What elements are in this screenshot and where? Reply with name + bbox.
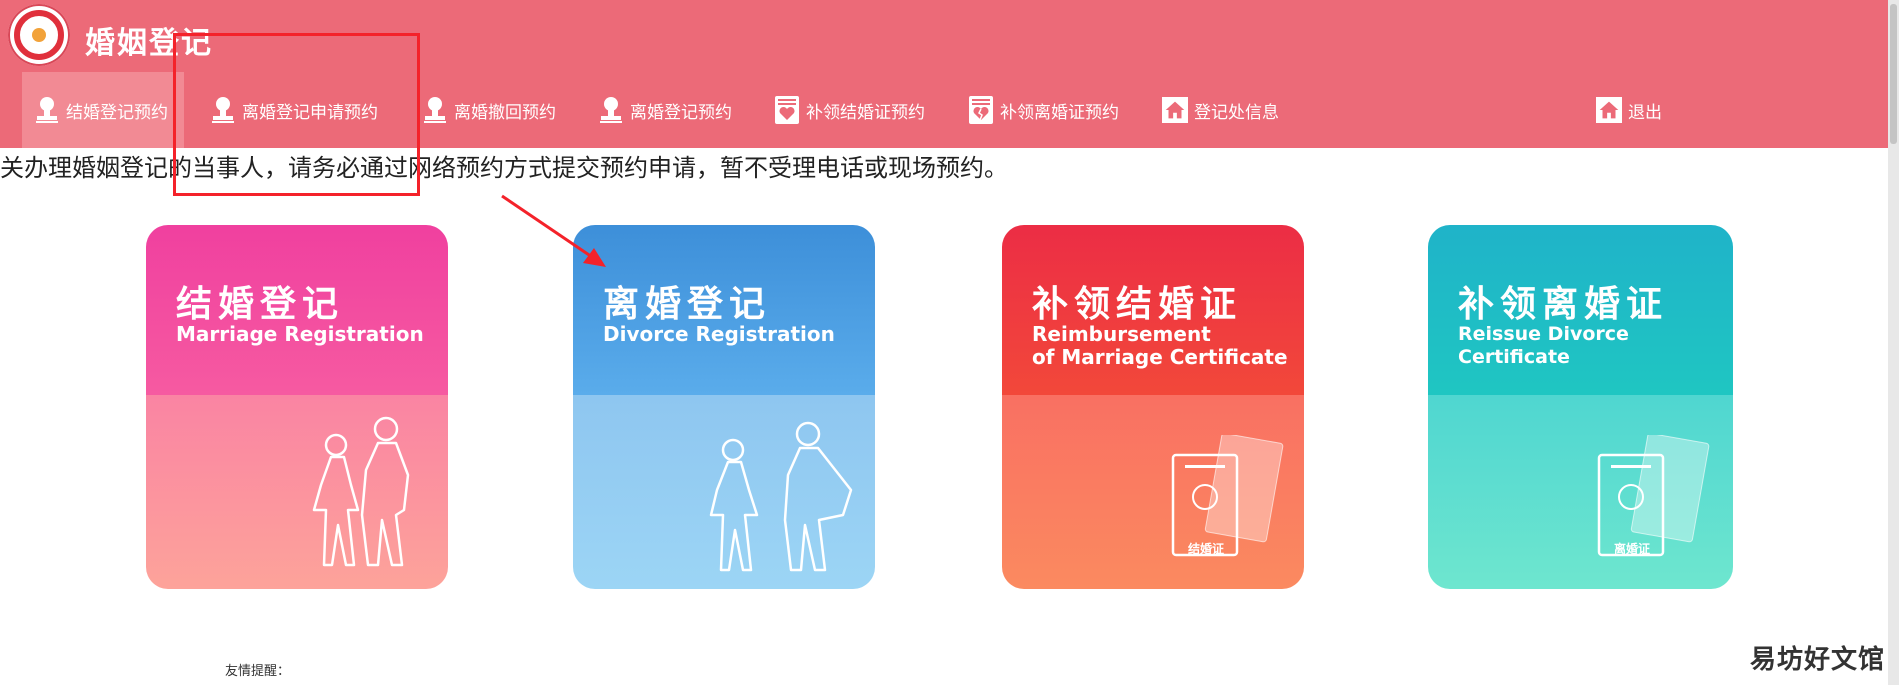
annotation-highlight-box	[173, 33, 420, 196]
card-title-en: Divorce Registration	[603, 322, 835, 346]
nav-item-reissue-marriage-cert[interactable]: 补领结婚证预约	[774, 72, 925, 148]
card-reissue-marriage-certificate[interactable]: 补领结婚证 Reimbursement of Marriage Certific…	[1002, 225, 1304, 589]
couple-icon	[312, 416, 410, 567]
nav-label: 结婚登记预约	[66, 102, 168, 123]
scrollbar-thumb[interactable]	[1890, 4, 1897, 144]
nav-item-reissue-divorce-cert[interactable]: 补领离婚证预约	[968, 72, 1119, 148]
watermark-text: 易坊好文馆	[1750, 645, 1886, 675]
certificate-label: 结婚证	[1188, 542, 1225, 556]
nav-label: 补领离婚证预约	[1000, 102, 1119, 123]
card-title-en: Marriage Registration	[176, 322, 424, 346]
card-title-en-line1: Reimbursement	[1032, 322, 1211, 346]
certificate-heart-icon	[774, 96, 800, 124]
stamp-icon	[422, 96, 448, 124]
nav-item-office-info[interactable]: 登记处信息	[1162, 72, 1279, 148]
vertical-scrollbar[interactable]	[1888, 0, 1899, 685]
nav-item-marriage-appointment[interactable]: 结婚登记预约	[22, 72, 184, 148]
certificate-icon	[1597, 435, 1710, 557]
notice-text: 关办理婚姻登记的当事人，请务必通过网络预约方式提交预约申请，暂不受理电话或现场预…	[0, 154, 1008, 182]
card-divorce-registration[interactable]: 离婚登记 Divorce Registration	[573, 225, 875, 589]
card-title-en: Reimbursement of Marriage Certificate	[1032, 323, 1288, 369]
nav-item-divorce-withdraw[interactable]: 离婚撤回预约	[422, 72, 556, 148]
logo-ring-icon	[14, 10, 64, 60]
logout-link[interactable]: 退出	[1596, 72, 1662, 148]
logout-label: 退出	[1628, 102, 1662, 123]
certificate-icon	[1171, 435, 1284, 557]
stamp-icon	[34, 96, 60, 124]
certificate-label: 离婚证	[1614, 542, 1651, 556]
card-title-cn: 补领结婚证	[1032, 284, 1243, 325]
card-title-cn: 结婚登记	[176, 284, 345, 325]
card-title-en: Reissue Divorce Certificate	[1458, 323, 1629, 368]
nav-label: 离婚登记预约	[630, 102, 732, 123]
separating-couple-icon	[709, 421, 853, 572]
home-icon	[1596, 96, 1622, 124]
card-title-en-line2: of Marriage Certificate	[1032, 345, 1288, 369]
nav-label: 补领结婚证预约	[806, 102, 925, 123]
home-icon	[1162, 96, 1188, 124]
card-title-cn: 补领离婚证	[1458, 284, 1669, 325]
nav-item-divorce-appointment[interactable]: 离婚登记预约	[598, 72, 732, 148]
nav-label: 离婚撤回预约	[454, 102, 556, 123]
certificate-broken-heart-icon	[968, 96, 994, 124]
reminder-label: 友情提醒：	[225, 664, 291, 679]
card-title-cn: 离婚登记	[603, 284, 772, 325]
card-marriage-registration[interactable]: 结婚登记 Marriage Registration	[146, 225, 448, 589]
card-reissue-divorce-certificate[interactable]: 补领离婚证 Reissue Divorce Certificate 离婚证	[1428, 225, 1733, 589]
site-logo[interactable]	[8, 4, 70, 66]
stamp-icon	[598, 96, 624, 124]
nav-label: 登记处信息	[1194, 102, 1279, 123]
